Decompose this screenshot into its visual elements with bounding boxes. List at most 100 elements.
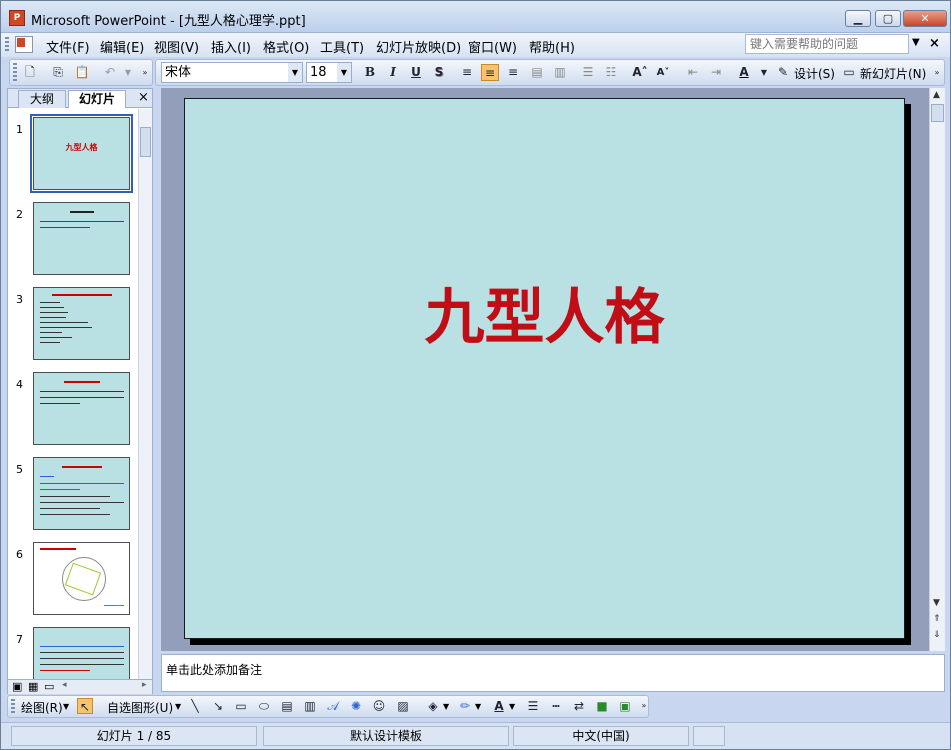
chevron-down-icon[interactable]: ▼ [475,702,481,711]
align-center-icon[interactable]: ≡ [481,64,499,81]
chevron-down-icon[interactable]: ▼ [63,702,69,711]
scrollbar-thumb[interactable] [931,104,944,122]
chevron-down-icon[interactable]: ▼ [175,702,181,711]
undo-icon[interactable]: ↶ [101,64,119,81]
decrease-font-icon[interactable]: A˅ [654,64,672,81]
menu-edit[interactable]: 编辑(E) [100,37,144,56]
slide-title[interactable]: 九型人格 [185,269,904,356]
scroll-down-icon[interactable]: ▼ [933,598,940,608]
font-color-icon[interactable]: A [491,698,507,714]
bullet-list-icon[interactable]: ☷ [602,64,620,81]
slide-thumbnail-4[interactable] [33,372,130,445]
insert-picture-icon[interactable]: ▨ [395,698,411,714]
vertical-distribute-icon[interactable]: ▥ [551,64,569,81]
next-slide-icon[interactable]: ⇓ [933,630,941,640]
toolbar-grip[interactable] [11,699,15,714]
toolbar-options-icon[interactable]: » [931,64,943,81]
menu-slideshow[interactable]: 幻灯片放映(D) [376,37,461,56]
chevron-down-icon[interactable]: ▼ [337,63,351,82]
menu-help[interactable]: 帮助(H) [529,37,575,56]
scrollbar-thumb[interactable] [140,127,151,157]
line-tool-icon[interactable]: ╲ [187,698,203,714]
menu-insert[interactable]: 插入(I) [211,37,251,56]
dash-style-icon[interactable]: ┅ [548,698,564,714]
help-search-input[interactable]: 键入需要帮助的问题 [745,34,909,54]
slideshow-icon[interactable]: ▭ [44,680,54,693]
slide-thumbnail-1[interactable]: 九型人格 [30,114,133,193]
font-name-select[interactable]: 宋体 ▼ [161,62,303,83]
editor-scrollbar[interactable]: ▲ ▼ ⇑ ⇓ [929,88,945,651]
align-right-icon[interactable]: ≡ [504,64,522,81]
autoshapes-menu-button[interactable]: 自选图形(U) [107,699,173,716]
menu-format[interactable]: 格式(O) [263,37,309,56]
normal-view-icon[interactable]: ▣ [12,680,22,693]
line-color-icon[interactable]: ✏ [457,698,473,714]
notes-pane[interactable]: 单击此处添加备注 [161,654,945,692]
shadow-style-icon[interactable]: ■ [594,698,610,714]
font-color-icon[interactable]: A [735,64,753,81]
tab-outline[interactable]: 大纲 [18,90,66,108]
underline-button[interactable]: U [407,64,425,81]
font-size-select[interactable]: 18 ▼ [306,62,352,83]
slide-thumbnail-5[interactable] [33,457,130,530]
menu-view[interactable]: 视图(V) [154,37,199,56]
fill-color-icon[interactable]: ◈ [425,698,441,714]
scroll-up-icon[interactable]: ▲ [933,90,940,100]
font-color-dropdown-icon[interactable]: ▼ [755,64,773,81]
increase-font-icon[interactable]: A˄ [631,64,649,81]
distribute-icon[interactable]: ▤ [528,64,546,81]
diagram-icon[interactable]: ✺ [348,698,364,714]
numbered-list-icon[interactable]: ☰ [579,64,597,81]
status-design-template[interactable]: 默认设计模板 [263,726,509,746]
title-bar[interactable]: P Microsoft PowerPoint - [九型人格心理学.ppt] ▁… [1,1,950,33]
copy-icon[interactable]: ⎘ [49,64,67,81]
menu-file[interactable]: 文件(F) [46,37,90,56]
slide-thumbnail-7[interactable] [33,627,130,679]
select-objects-icon[interactable]: ↖ [77,698,93,714]
slide-sorter-icon[interactable]: ▦ [28,680,38,693]
design-button[interactable]: 设计(S) [794,65,835,82]
scroll-right-icon[interactable]: ▸ [142,680,147,690]
scroll-left-icon[interactable]: ◂ [62,680,67,690]
toolbar-grip[interactable] [13,63,17,81]
shadow-button[interactable]: S [430,64,448,81]
menu-window[interactable]: 窗口(W) [468,37,517,56]
slide-thumbnail-2[interactable] [33,202,130,275]
previous-slide-icon[interactable]: ⇑ [933,614,941,624]
3d-style-icon[interactable]: ▣ [617,698,633,714]
draw-menu-button[interactable]: 绘图(R) [21,699,63,716]
arrow-tool-icon[interactable]: ↘ [210,698,226,714]
document-icon[interactable] [15,36,33,53]
minimize-button[interactable]: ▁ [845,10,871,27]
increase-indent-icon[interactable]: ⇥ [707,64,725,81]
oval-tool-icon[interactable]: ⬭ [256,698,272,714]
toolbar-options-icon[interactable]: » [139,64,151,81]
vertical-textbox-icon[interactable]: ▥ [302,698,318,714]
document-close-button[interactable]: × [929,36,940,51]
decrease-indent-icon[interactable]: ⇤ [684,64,702,81]
undo-dropdown-icon[interactable]: ▼ [119,64,137,81]
arrow-style-icon[interactable]: ⇄ [571,698,587,714]
chevron-down-icon[interactable]: ▼ [288,63,302,82]
powerpoint-app-icon[interactable]: P [9,10,25,26]
new-slide-button[interactable]: 新幻灯片(N) [860,65,926,82]
design-icon[interactable]: ✎ [774,64,792,81]
close-button[interactable]: ✕ [903,10,947,27]
toolbar-options-icon[interactable]: » [639,698,649,714]
clipart-icon[interactable]: ☺ [371,698,387,714]
slide-thumbnail-6[interactable] [33,542,130,615]
line-style-icon[interactable]: ☰ [525,698,541,714]
menubar-grip[interactable] [5,37,9,53]
menu-tools[interactable]: 工具(T) [320,37,364,56]
chevron-down-icon[interactable]: ▼ [912,37,920,48]
new-slide-icon[interactable]: ▭ [840,64,858,81]
chevron-down-icon[interactable]: ▼ [443,702,449,711]
tab-slides[interactable]: 幻灯片 [68,90,126,108]
textbox-tool-icon[interactable]: ▤ [279,698,295,714]
current-slide[interactable]: 九型人格 [184,98,905,639]
chevron-down-icon[interactable]: ▼ [509,702,515,711]
align-left-icon[interactable]: ≡ [458,64,476,81]
italic-button[interactable]: I [384,64,402,81]
thumbnail-scrollbar[interactable] [138,109,152,681]
bold-button[interactable]: B [361,64,379,81]
